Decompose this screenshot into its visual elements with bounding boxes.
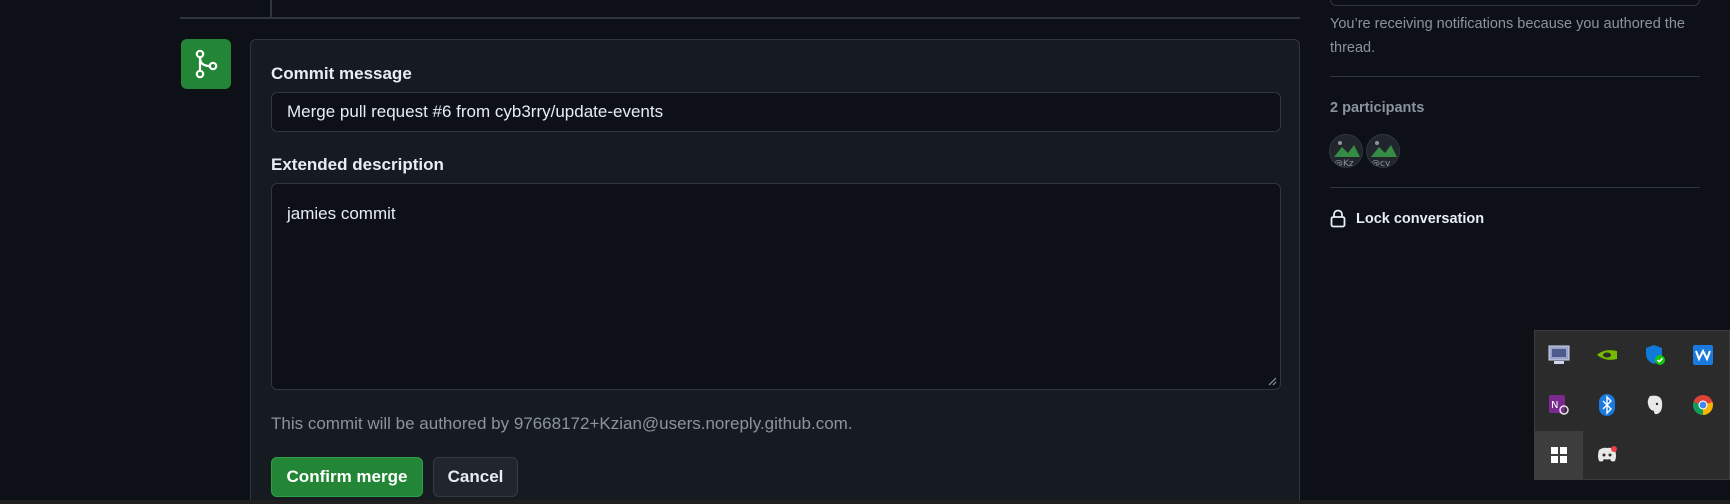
display-settings-icon[interactable] (1535, 331, 1583, 379)
timeline-divider (180, 17, 1300, 19)
evernote-icon[interactable] (1631, 381, 1679, 429)
timeline-stub (270, 0, 272, 17)
extended-description-value: jamies commit (287, 204, 396, 223)
discord-icon[interactable] (1583, 431, 1631, 479)
extended-description-label: Extended description (271, 155, 444, 174)
commit-message-label: Commit message (271, 64, 412, 83)
merge-form: Commit message Merge pull request #6 fro… (250, 39, 1300, 504)
page: Commit message Merge pull request #6 fro… (0, 0, 1730, 504)
notification-reason: You’re receiving notifications because y… (1330, 16, 1685, 56)
lock-conversation-link[interactable]: Lock conversation (1330, 209, 1484, 228)
lock-conversation-label: Lock conversation (1356, 210, 1485, 227)
snipping-tool-icon[interactable]: N (1535, 381, 1583, 429)
participant-avatar-alt: @Kz (1334, 159, 1354, 168)
app-tile-icon[interactable] (1535, 431, 1583, 479)
resize-grip-icon[interactable] (1268, 377, 1277, 386)
bluetooth-icon[interactable] (1583, 381, 1631, 429)
windows-security-icon[interactable] (1631, 331, 1679, 379)
participant-avatar[interactable]: @Kz (1329, 134, 1363, 168)
author-note: This commit will be authored by 97668172… (271, 414, 853, 433)
extended-description-textarea[interactable]: jamies commit (271, 183, 1281, 390)
system-tray-flyout: N (1534, 330, 1730, 480)
confirm-merge-button[interactable]: Confirm merge (271, 457, 423, 497)
participant-avatar-alt: @cy (1371, 159, 1391, 168)
svg-text:N: N (1551, 400, 1558, 411)
sidebar-divider (1330, 187, 1700, 188)
cancel-button[interactable]: Cancel (433, 457, 518, 497)
waves-audio-icon[interactable] (1679, 331, 1727, 379)
nvidia-icon[interactable] (1583, 331, 1631, 379)
subscribe-box-edge (1330, 0, 1700, 6)
participant-avatar[interactable]: @cy (1366, 134, 1400, 168)
commit-message-value: Merge pull request #6 from cyb3rry/updat… (287, 102, 664, 121)
taskbar-edge (0, 500, 1730, 504)
git-merge-icon (181, 39, 231, 89)
commit-message-input[interactable]: Merge pull request #6 from cyb3rry/updat… (271, 92, 1281, 132)
sidebar-divider (1330, 76, 1700, 77)
participants-label[interactable]: 2 participants (1330, 100, 1424, 116)
lock-icon (1330, 209, 1346, 228)
chrome-icon[interactable] (1679, 381, 1727, 429)
